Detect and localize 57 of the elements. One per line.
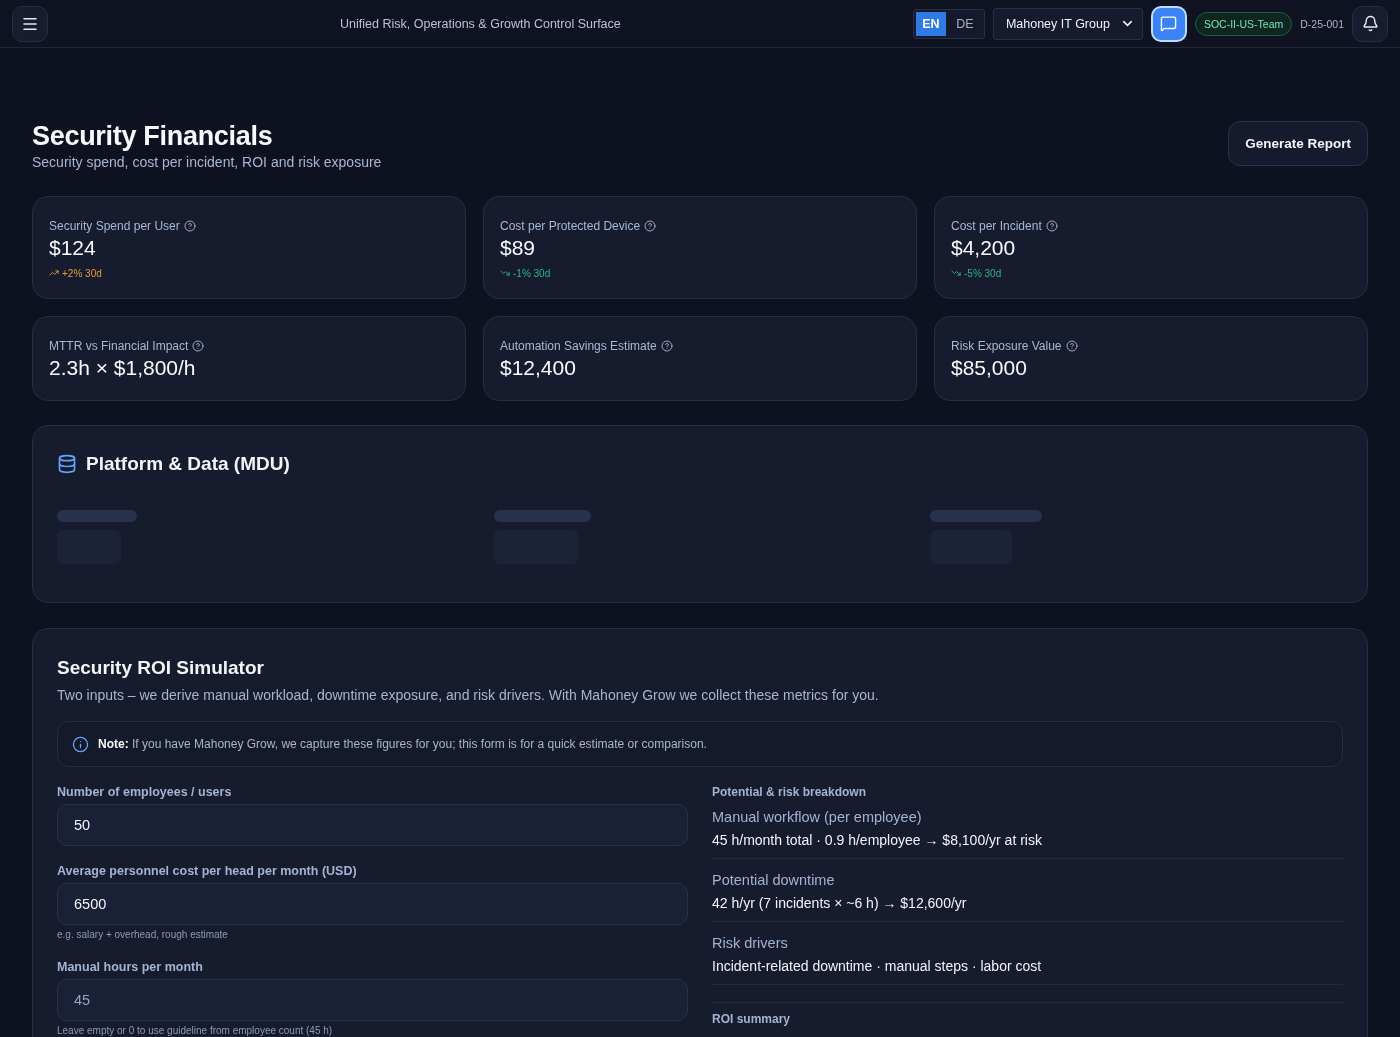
breakdown-title: Manual workflow (per employee) (712, 808, 923, 826)
chat-button[interactable] (1150, 5, 1187, 42)
field-label: Number of employees / users (57, 784, 233, 801)
database-icon (57, 454, 77, 474)
kpi-label: Risk Exposure Value (951, 339, 1062, 353)
kpi-value: $124 (49, 235, 97, 261)
breakdown-title: Risk drivers (712, 934, 789, 952)
trend-text: -1% 30d (513, 267, 551, 279)
input-field[interactable]: 50 (57, 804, 688, 846)
field-label: Average personnel cost per head per month (USD) (57, 863, 358, 880)
help-icon[interactable] (1045, 220, 1058, 232)
breakdown-text: Incident-related downtime · manual steps · labor cost (712, 957, 1043, 976)
breakdown-text: 45 h/month total · 0.9 h/employee → $8,100/yr at risk (712, 831, 1043, 850)
notifications-button[interactable] (1352, 5, 1388, 42)
app-title: Unified Risk, Operations & Growth Control Surface (340, 16, 621, 31)
document-id: D-25-001 (1300, 17, 1344, 30)
organization-select[interactable]: Mahoney IT Group (992, 7, 1143, 40)
breakdown-text: 42 h/yr (7 incidents × ~6 h) → $12,600/yr (712, 894, 968, 913)
language-option[interactable]: EN (915, 11, 946, 36)
kpi-label: Cost per Protected Device (500, 219, 641, 233)
help-icon[interactable] (644, 220, 657, 232)
bell-icon (1361, 15, 1379, 32)
kpi-label: MTTR vs Financial Impact (49, 339, 189, 353)
note-text: Note: If you have Mahoney Grow, we capture these figures for you; this form is for a quick estimate or comparison. (98, 736, 707, 753)
trend-text: +2% 30d (62, 267, 102, 279)
team-badge: SOC-II-US-Team (1194, 11, 1293, 36)
help-icon[interactable] (192, 340, 205, 352)
language-option[interactable]: DE (947, 11, 982, 36)
kpi-label: Cost per Incident (951, 219, 1042, 233)
summary-heading: ROI summary (712, 1011, 792, 1028)
input-field[interactable]: 6500 (57, 883, 688, 925)
message-icon (1160, 15, 1178, 32)
input-field[interactable]: 45 (57, 979, 688, 1021)
kpi-value: $85,000 (951, 355, 1028, 381)
field-label: Manual hours per month (57, 959, 204, 976)
trend-text: -5% 30d (964, 267, 1002, 279)
section-description: Two inputs – we derive manual workload, downtime exposure, and risk drivers. With Mahoney Grow we collect these metrics for you. (57, 686, 880, 705)
page-subtitle: Security spend, cost per incident, ROI and risk exposure (32, 153, 382, 172)
section-title: Security ROI Simulator (57, 657, 265, 679)
kpi-value: $12,400 (500, 355, 577, 381)
kpi-value: 2.3h × $1,800/h (49, 355, 197, 381)
info-icon (72, 735, 89, 753)
menu-button[interactable] (12, 5, 48, 42)
generate-report-button[interactable]: Generate Report (1228, 121, 1368, 166)
breakdown-title: Potential downtime (712, 871, 836, 889)
field-hint: e.g. salary + overhead, rough estimate (57, 929, 229, 941)
page-title: Security Financials (32, 120, 274, 152)
kpi-value: $4,200 (951, 235, 1017, 261)
breakdown-heading: Potential & risk breakdown (712, 784, 868, 801)
help-icon[interactable] (183, 220, 196, 232)
help-icon[interactable] (1065, 340, 1078, 352)
kpi-label: Security Spend per User (49, 219, 180, 233)
kpi-label: Automation Savings Estimate (500, 339, 657, 353)
help-icon[interactable] (660, 340, 673, 352)
section-title: Platform & Data (MDU) (86, 453, 290, 475)
field-hint: Leave empty or 0 to use guideline from employee count (45 h) (57, 1025, 334, 1037)
kpi-value: $89 (500, 235, 537, 261)
